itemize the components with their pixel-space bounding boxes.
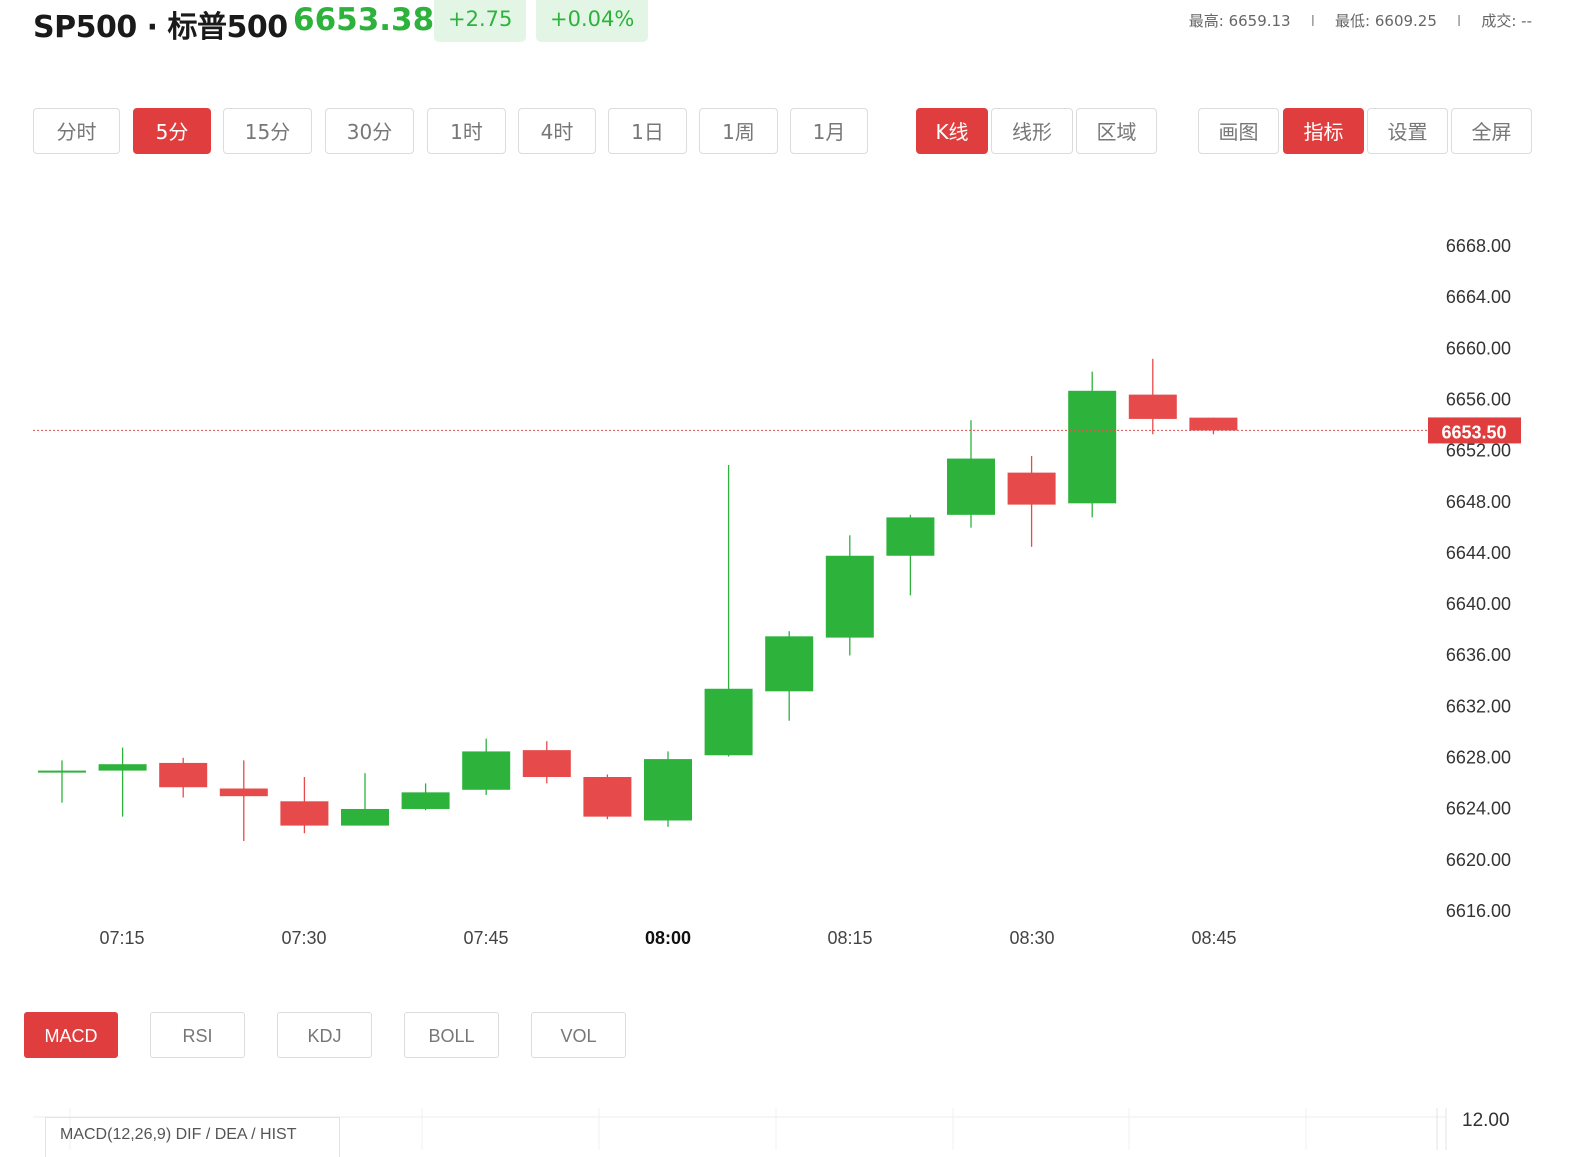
- y-axis-label: 6616.00: [1446, 901, 1511, 921]
- y-axis-label: 6644.00: [1446, 543, 1511, 563]
- candlestick-chart[interactable]: 6668.00 6664.00 6660.00 6656.00 6652.00 6648.…: [0, 0, 1582, 1000]
- macd-legend: MACD(12,26,9) DIF / DEA / HIST: [45, 1117, 340, 1157]
- last-price-label: 6653.50: [1441, 422, 1506, 442]
- candle-body[interactable]: [704, 688, 753, 756]
- y-axis-label: 6668.00: [1446, 236, 1511, 256]
- candle-body[interactable]: [765, 636, 814, 692]
- candle-body[interactable]: [886, 517, 935, 556]
- y-axis-label: 6648.00: [1446, 492, 1511, 512]
- candle-body[interactable]: [947, 458, 995, 515]
- candle-body[interactable]: [644, 759, 692, 821]
- candle-body[interactable]: [1068, 390, 1117, 504]
- candle-body[interactable]: [1128, 394, 1177, 419]
- candle-body[interactable]: [401, 792, 450, 809]
- tab-vol[interactable]: VOL: [531, 1012, 626, 1058]
- candle-body[interactable]: [280, 801, 329, 826]
- x-axis-label: 08:15: [827, 928, 872, 948]
- x-axis-label: 08:30: [1009, 928, 1054, 948]
- y-axis-label: 6640.00: [1446, 594, 1511, 614]
- candle-body[interactable]: [1007, 472, 1056, 505]
- candle-body[interactable]: [98, 764, 147, 771]
- tab-rsi[interactable]: RSI: [150, 1012, 245, 1058]
- y-axis-label: 6632.00: [1446, 696, 1511, 716]
- tab-boll[interactable]: BOLL: [404, 1012, 499, 1058]
- candle-body[interactable]: [522, 750, 571, 777]
- macd-axis-label: 12.00: [1462, 1110, 1510, 1131]
- y-axis-label: 6624.00: [1446, 799, 1511, 819]
- x-axis-label: 07:15: [99, 928, 144, 948]
- y-axis-label: 6636.00: [1446, 645, 1511, 665]
- candle-body[interactable]: [159, 762, 208, 788]
- y-axis-label: 6652.00: [1446, 441, 1511, 461]
- y-axis-label: 6660.00: [1446, 338, 1511, 358]
- x-axis-label: 08:00: [645, 928, 691, 948]
- tab-kdj[interactable]: KDJ: [277, 1012, 372, 1058]
- x-axis-label: 07:45: [463, 928, 508, 948]
- y-axis-label: 6620.00: [1446, 850, 1511, 870]
- candle-body[interactable]: [38, 770, 86, 773]
- candle-body[interactable]: [1189, 417, 1238, 431]
- y-axis-label: 6656.00: [1446, 389, 1511, 409]
- candle-body[interactable]: [583, 777, 632, 817]
- candle-body[interactable]: [825, 555, 874, 638]
- candle-body[interactable]: [341, 808, 389, 826]
- y-axis-label: 6628.00: [1446, 748, 1511, 768]
- y-axis-label: 6664.00: [1446, 287, 1511, 307]
- tab-macd[interactable]: MACD: [24, 1012, 118, 1058]
- x-axis-label: 07:30: [281, 928, 326, 948]
- candle-body[interactable]: [462, 751, 511, 790]
- x-axis-label: 08:45: [1191, 928, 1236, 948]
- candle-body[interactable]: [219, 788, 268, 797]
